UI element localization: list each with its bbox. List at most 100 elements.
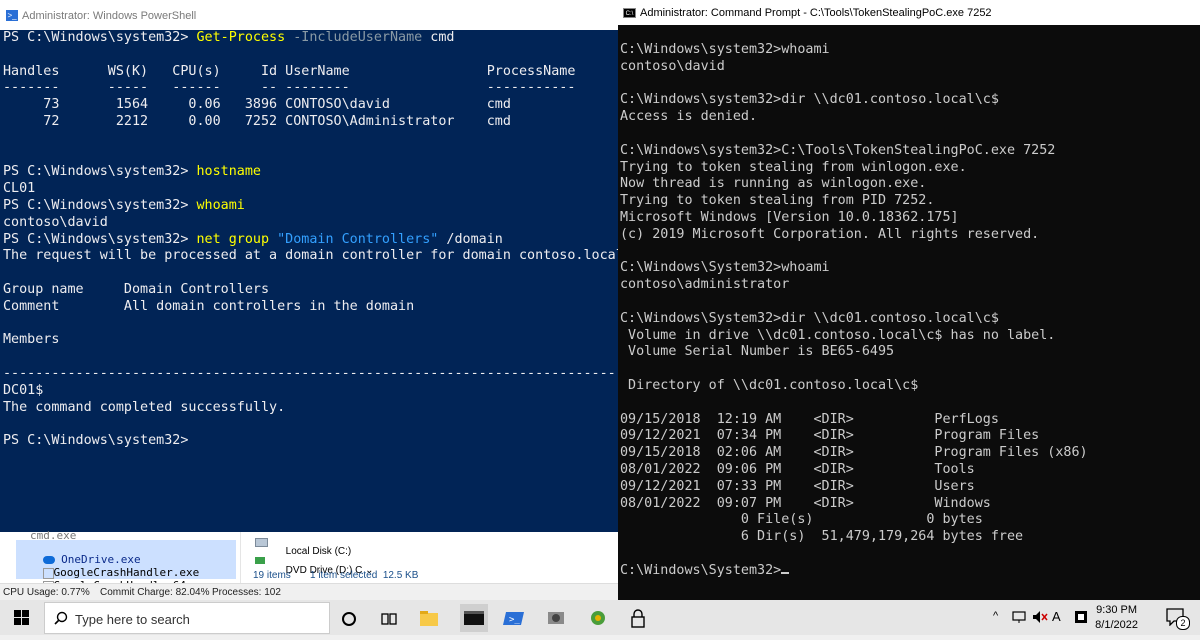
console-line: Microsoft Windows [Version 10.0.18362.17… [620,210,1088,227]
console-text: C:\Windows\system32>whoami [620,42,830,57]
console-line: Volume in drive \\dc01.contoso.local\c$ … [620,328,1088,345]
command-prompt-window[interactable]: C:\ Administrator: Command Prompt - C:\T… [618,0,1200,600]
console-line: 0 File(s) 0 bytes [620,512,1088,529]
console-text: PS C:\Windows\system32> [3,197,197,213]
console-text: cmd [422,30,455,45]
explorer-item-count: 19 items [253,570,291,581]
console-text: Microsoft Windows [Version 10.0.18362.17… [620,209,959,225]
console-line: contoso\david [620,59,1088,76]
security-icon[interactable] [1074,610,1088,629]
console-line: Directory of \\dc01.contoso.local\c$ [620,378,1088,395]
notification-count-badge: 2 [1176,616,1190,630]
cmd-title-bar[interactable]: C:\ Administrator: Command Prompt - C:\T… [618,0,1200,25]
cmd-icon: C:\ [623,8,636,18]
powershell-title-bar[interactable]: >_ Administrator: Windows PowerShell [0,0,618,30]
terminal-app-icon[interactable] [460,604,488,632]
dvd-icon [255,557,265,564]
start-button[interactable] [0,600,44,635]
cpu-usage: CPU Usage: 0.77% [3,587,90,598]
console-text: PS C:\Windows\system32> [3,30,197,45]
console-line: Trying to token stealing from PID 7252. [620,193,1088,210]
network-icon[interactable] [1012,610,1026,629]
console-text: C:\Windows\System32> [620,562,782,578]
windows-logo-icon [14,610,29,625]
chevron-up-icon[interactable]: ^ [993,610,998,622]
console-text: Comment All domain controllers in the do… [3,298,415,314]
notification-center-icon[interactable]: 2 [1166,608,1190,630]
console-text: 09/15/2018 12:19 AM <DIR> PerfLogs [620,411,999,427]
console-text: 08/01/2022 09:06 PM <DIR> Tools [620,461,975,477]
console-text: Directory of \\dc01.contoso.local\c$ [620,377,919,393]
console-line: Trying to token stealing from winlogon.e… [620,160,1088,177]
console-line: 73 1564 0.06 3896 CONTOSO\david cmd [3,97,640,114]
console-line: Now thread is running as winlogon.exe. [620,176,1088,193]
console-text: Volume Serial Number is BE65-6495 [620,344,895,360]
console-text: C:\Windows\system32>dir \\dc01.contoso.l… [620,92,999,108]
console-text: ------- ----- ------ -- -------- -------… [3,80,576,96]
cmd-title: Administrator: Command Prompt - C:\Tools… [640,7,992,19]
console-line: contoso\david [3,215,640,232]
console-text: 08/01/2022 09:07 PM <DIR> Windows [620,495,991,511]
text-cursor [781,571,790,574]
console-line: The command completed successfully. [3,400,640,417]
console-text: CL01 [3,181,36,197]
console-text: Trying to token stealing from winlogon.e… [620,159,967,175]
console-text: Access is denied. [620,109,758,125]
console-text: contoso\administrator [620,277,790,293]
console-line: Handles WS(K) CPU(s) Id UserName Process… [3,64,640,81]
cortana-icon[interactable] [335,604,363,632]
console-line: DC01$ [3,383,640,400]
console-line: PS C:\Windows\system32> net group "Domai… [3,232,640,249]
console-text: 72 2212 0.00 7252 CONTOSO\Administrator … [3,113,511,129]
console-text: ----------------------------------------… [3,365,640,381]
clock-time: 9:30 PM [1096,604,1138,616]
console-text: C:\Windows\System32>whoami [620,260,830,276]
gear-app-icon[interactable] [584,604,612,632]
console-text: Volume in drive \\dc01.contoso.local\c$ … [620,327,1056,343]
volume-muted-icon[interactable] [1032,610,1048,629]
console-text: net group [196,231,270,247]
console-line: C:\Windows\System32>dir \\dc01.contoso.l… [620,311,1088,328]
console-text: PS C:\Windows\system32> [3,231,197,247]
powershell-taskbar-icon[interactable]: >_ [500,604,528,632]
console-text: Trying to token stealing from PID 7252. [620,193,935,209]
lock-app-icon[interactable] [624,604,652,632]
console-text: C:\Windows\System32>dir \\dc01.contoso.l… [620,310,999,326]
console-text: Get-Process [196,30,286,45]
file-explorer-icon[interactable] [415,604,443,632]
console-text: hostname [196,164,261,180]
console-text: PS C:\Windows\system32> [3,433,189,449]
drive-icon [255,538,268,547]
console-text: 6 Dir(s) 51,479,179,264 bytes free [620,529,1024,545]
console-text: C:\Windows\system32>C:\Tools\TokenSteali… [620,142,1056,158]
network-tool-icon[interactable] [542,604,570,632]
ime-indicator[interactable]: A [1052,609,1061,624]
system-clock[interactable]: 9:30 PM 8/1/2022 [1095,603,1138,633]
console-line: PS C:\Windows\system32> whoami [3,198,640,215]
console-line: Members [3,332,640,349]
cmd-console-output[interactable]: C:\Windows\system32>whoami contoso\david … [620,42,1088,580]
process-count: Processes: 102 [212,587,281,598]
taskbar: Type here to search >_ ^ A 9:30 PM 8/1/2… [0,600,1200,635]
taskbar-search-box[interactable]: Type here to search [44,602,330,634]
console-text: The command completed successfully. [3,399,286,415]
powershell-window[interactable]: >_ Administrator: Windows PowerShell PS … [0,0,640,532]
task-view-icon[interactable] [375,604,403,632]
search-placeholder: Type here to search [75,612,190,627]
console-line: CL01 [3,181,640,198]
console-line: C:\Windows\system32>dir \\dc01.contoso.l… [620,92,1088,109]
powershell-console-output[interactable]: PS C:\Windows\system32> Get-Process -Inc… [3,30,640,450]
console-line: 08/01/2022 09:07 PM <DIR> Windows [620,496,1088,513]
console-text: (c) 2019 Microsoft Corporation. All righ… [620,226,1040,242]
console-text: 09/15/2018 02:06 AM <DIR> Program Files … [620,445,1088,461]
commit-charge: Commit Charge: 82.04% [100,587,210,598]
